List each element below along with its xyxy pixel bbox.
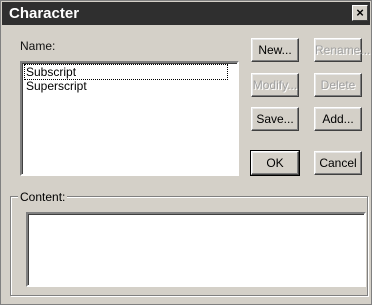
list-item-subscript[interactable]: Subscript	[24, 64, 228, 80]
close-button[interactable]: ×	[352, 5, 368, 21]
cancel-button[interactable]: Cancel	[314, 151, 362, 175]
modify-button[interactable]: Modify...	[251, 73, 299, 97]
delete-button[interactable]: Delete	[314, 73, 362, 97]
title-bar[interactable]: Character ×	[2, 2, 370, 25]
ok-button[interactable]: OK	[250, 150, 300, 176]
content-field[interactable]	[26, 212, 366, 287]
new-button[interactable]: New...	[251, 38, 299, 62]
list-item-superscript[interactable]: Superscript	[25, 79, 234, 93]
content-label: Content:	[18, 190, 68, 204]
save-button[interactable]: Save...	[251, 107, 299, 131]
name-label: Name:	[20, 39, 56, 53]
add-button[interactable]: Add...	[314, 107, 362, 131]
close-icon: ×	[356, 5, 364, 20]
rename-button[interactable]: Rename...	[314, 38, 370, 62]
dialog-title: Character	[9, 5, 80, 22]
character-style-list[interactable]: Subscript Superscript	[20, 61, 239, 176]
character-dialog: Character × Name: Subscript Superscript …	[0, 0, 372, 305]
